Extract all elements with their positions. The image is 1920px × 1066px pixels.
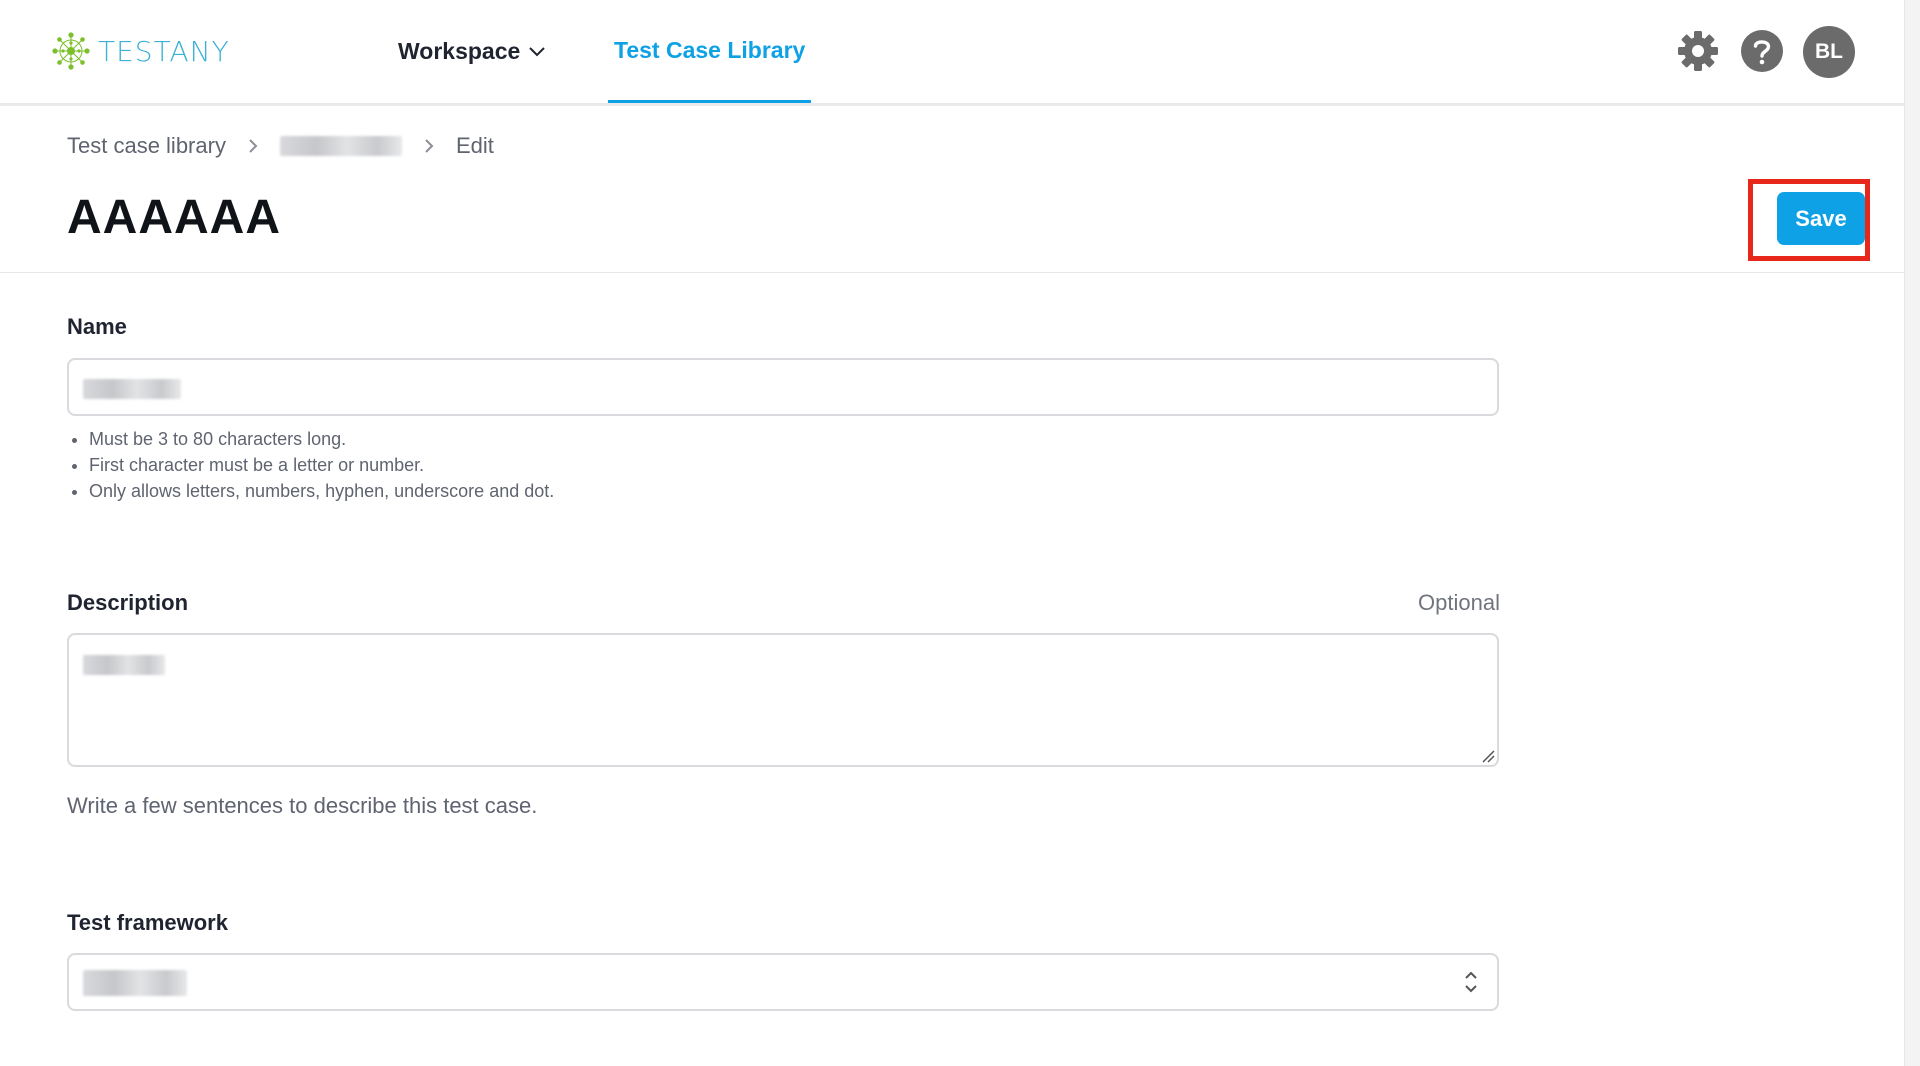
- name-input[interactable]: [67, 358, 1499, 416]
- breadcrumb: Test case library Edit: [67, 133, 494, 159]
- header-divider: [0, 272, 1905, 273]
- chevron-down-icon: [529, 46, 546, 56]
- description-helper-text: Write a few sentences to describe this t…: [67, 793, 538, 818]
- test-framework-redacted-value: [83, 970, 187, 996]
- settings-button[interactable]: [1675, 28, 1721, 74]
- nav-workspace-dropdown[interactable]: Workspace: [398, 38, 546, 65]
- tab-test-case-library[interactable]: Test Case Library: [608, 0, 812, 103]
- testany-logo[interactable]: TESTANY: [50, 28, 230, 74]
- save-button[interactable]: Save: [1777, 192, 1865, 245]
- resize-grip-icon[interactable]: [1481, 749, 1495, 763]
- user-avatar[interactable]: BL: [1803, 26, 1855, 78]
- description-textarea[interactable]: [67, 633, 1499, 767]
- name-input-redacted-value: [83, 379, 181, 399]
- test-framework-label: Test framework: [67, 910, 228, 935]
- page-scrollbar[interactable]: [1904, 0, 1920, 1066]
- description-label: Description: [67, 590, 189, 615]
- name-rule: Must be 3 to 80 characters long.: [89, 426, 554, 452]
- test-framework-select[interactable]: [67, 953, 1499, 1011]
- chevron-right-icon: [424, 138, 434, 154]
- name-label: Name: [67, 314, 127, 339]
- brand-name: TESTANY: [98, 34, 230, 68]
- name-rules-list: Must be 3 to 80 characters long. First c…: [67, 426, 554, 504]
- help-button[interactable]: [1739, 28, 1785, 74]
- testany-logo-icon: [52, 32, 90, 70]
- breadcrumb-current: Edit: [455, 133, 494, 158]
- breadcrumb-redacted-link[interactable]: [279, 136, 402, 156]
- name-rule: Only allows letters, numbers, hyphen, un…: [89, 478, 554, 504]
- breadcrumb-root-link[interactable]: Test case library: [67, 133, 226, 159]
- description-optional-text: Optional: [1418, 590, 1500, 615]
- nav-workspace-label: Workspace: [398, 38, 521, 64]
- gear-icon: [1678, 31, 1718, 71]
- page-title: AAAAAA: [67, 191, 281, 244]
- tab-test-case-library-label: Test Case Library: [614, 36, 806, 63]
- description-redacted-value: [83, 655, 165, 675]
- chevron-right-icon: [248, 138, 258, 154]
- top-navigation-bar: TESTANY Workspace Test Case Library BL: [0, 0, 1905, 106]
- help-icon: [1741, 30, 1783, 72]
- name-rule: First character must be a letter or numb…: [89, 452, 554, 478]
- select-arrows-icon: [1465, 971, 1477, 993]
